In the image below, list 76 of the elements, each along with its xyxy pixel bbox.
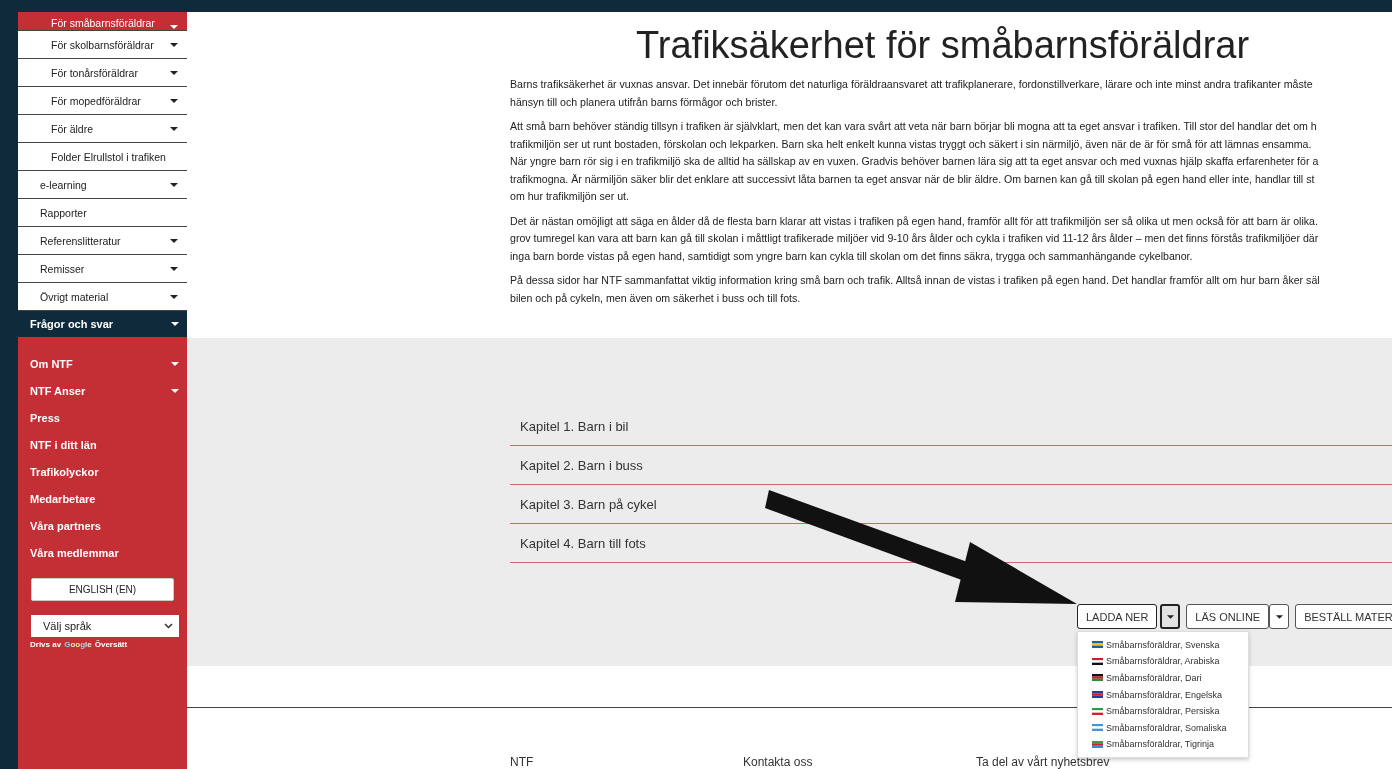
paragraph-line: om hur trafikmiljön ser ut. bbox=[510, 189, 630, 204]
paragraph-line: inga barn borde vistas på egen hand, samtidigt som yngre barn kan cykla till skolan om det finns säkra, trygga och sammanhängande cykelbanor. bbox=[510, 248, 1194, 264]
sidebar-item[interactable]: e-learning bbox=[18, 171, 187, 199]
caret-icon bbox=[170, 25, 178, 29]
caret-icon bbox=[1166, 614, 1174, 619]
menu-item[interactable]: Småbarnsföräldrar, Svenska bbox=[1078, 636, 1248, 654]
footer-heading: NTF bbox=[510, 755, 535, 769]
flag-icon bbox=[1092, 740, 1103, 748]
paragraph-line: Barns trafiksäkerhet är vuxnas ansvar. Det innebär förutom det naturliga föräldraansvaret att trafikplanerare, fordonstillverkare, lärare och inte minst andra trafikanter måste bbox=[510, 77, 1314, 92]
nav-link[interactable]: Om NTF bbox=[30, 355, 179, 372]
nav-link[interactable]: Trafikolyckor bbox=[30, 463, 179, 480]
action-button[interactable]: BESTÄLL MATER bbox=[1295, 604, 1392, 630]
paragraph-line: trafikmiljön ser ut runt bostaden, förskolan och lekparken. Barn ska helt enkelt kunna vistas tryggt och säkert i sin närmiljö, även när de är för små för att lämnas ensamma. bbox=[510, 136, 1313, 152]
paragraph-line: bilen och på cykeln, men även om säkerhet i buss och till fots. bbox=[510, 290, 802, 306]
language-select[interactable]: Välj språk bbox=[31, 615, 179, 637]
paragraph-line: grov tumregel kan vara att barn kan gå till skolan i måttligt trafikerade miljöer vid 9-10 års ålder och cykla i trafiken vid 11-12 års ålder – men det finns förstås trafikmiljöer där bbox=[510, 231, 1320, 246]
english-button[interactable]: ENGLISH (EN) bbox=[31, 578, 174, 601]
caret-icon bbox=[170, 266, 178, 271]
footer-heading: Ta del av vårt nyhetsbrev bbox=[976, 755, 1111, 769]
nav-link[interactable]: NTF i ditt län bbox=[30, 436, 179, 453]
caret-icon bbox=[170, 294, 178, 299]
caret-icon bbox=[170, 182, 178, 187]
translate-link[interactable]: Översätt bbox=[94, 640, 128, 649]
caret-icon bbox=[170, 238, 178, 243]
action-button[interactable]: LÄS ONLINE bbox=[1186, 604, 1270, 630]
dropdown-toggle[interactable] bbox=[1160, 604, 1181, 630]
powered-by-text: Drivs av bbox=[30, 640, 62, 649]
action-button[interactable]: LADDA NER bbox=[1077, 604, 1158, 630]
footer-heading: Kontakta oss bbox=[743, 755, 814, 769]
paragraph-line: Det är nästan omöjligt att säga en ålder då de flesta barn klarar att vistas i trafiken på egen hand, framför allt för att trafikmiljön ser så olika ut men också för att barn är olika. bbox=[510, 213, 1319, 229]
nav-link[interactable]: Medarbetare bbox=[30, 490, 179, 507]
chevron-icon bbox=[164, 623, 173, 629]
sidebar-subitem[interactable]: För skolbarnsföräldrar bbox=[18, 31, 187, 59]
paragraph-line: Att små barn behöver ständig tillsyn i trafiken är självklart, men det kan vara svårt att veta när barn börjar bli mogna att ta eget ansvar i trafiken. Till stor del handlar det om h bbox=[510, 119, 1318, 134]
menu-item[interactable]: Småbarnsföräldrar, Tigrinja bbox=[1078, 736, 1248, 753]
paragraph-line: trafikmogna. Är närmiljön säker blir det enklare att successivt låta barnen ta eget ansvar när de blir äldre. Om barnen kan gå till skolan på egen hand eller inte, handlar till st bbox=[510, 171, 1316, 187]
caret-icon bbox=[171, 388, 179, 393]
menu-item[interactable]: Småbarnsföräldrar, Dari bbox=[1078, 669, 1248, 687]
sidebar-subitem[interactable]: För mopedföräldrar bbox=[18, 87, 187, 115]
flag-icon bbox=[1092, 724, 1103, 732]
paragraph-line: hänsyn till och planera utifrån barns förmågor och brister. bbox=[510, 94, 779, 110]
sidebar-item[interactable]: Remisser bbox=[18, 255, 187, 283]
menu-item[interactable]: Småbarnsföräldrar, Arabiska bbox=[1078, 653, 1248, 670]
google-logo: Google bbox=[64, 640, 92, 649]
caret-icon bbox=[170, 42, 178, 47]
sidebar-section[interactable]: Frågor och svar bbox=[18, 311, 187, 337]
sidebar-item[interactable]: Referenslitteratur bbox=[18, 227, 187, 255]
caret-icon bbox=[170, 98, 178, 103]
chapter-row[interactable]: Kapitel 1. Barn i bil bbox=[510, 407, 1392, 447]
sidebar-subitem[interactable]: För småbarnsföräldrar bbox=[18, 12, 187, 31]
nav-link[interactable]: NTF Anser bbox=[30, 382, 179, 399]
page-title: Trafiksäkerhet för småbarnsföräldrar bbox=[636, 23, 1251, 68]
caret-icon bbox=[171, 361, 179, 366]
paragraph-line: När yngre barn rör sig i en trafikmiljö ska de alltid ha sällskap av en vuxen. Gradvis behöver barnen lära sig att ta eget ansvar och med vuxnas hjälp skaffa erfarenheter för a bbox=[510, 154, 1320, 169]
caret-icon bbox=[170, 126, 178, 131]
sidebar-item[interactable]: Rapporter bbox=[18, 199, 187, 227]
caret-icon bbox=[171, 322, 179, 326]
flag-icon bbox=[1092, 641, 1103, 649]
nav-link[interactable]: Press bbox=[30, 409, 179, 426]
caret-icon bbox=[1275, 614, 1283, 619]
menu-item[interactable]: Småbarnsföräldrar, Somaliska bbox=[1078, 719, 1248, 736]
flag-icon bbox=[1092, 657, 1103, 665]
paragraph-line: På dessa sidor har NTF sammanfattat viktig information kring små barn och trafik. Alltså innan de vistas i trafiken på egen hand. Det handlar framför allt om hur barn åker säl bbox=[510, 273, 1321, 288]
flag-icon bbox=[1092, 707, 1103, 715]
flag-icon bbox=[1092, 674, 1103, 682]
menu-item[interactable]: Småbarnsföräldrar, Engelska bbox=[1078, 686, 1248, 703]
nav-link[interactable]: Våra partners bbox=[30, 517, 179, 534]
chapter-row[interactable]: Kapitel 2. Barn i buss bbox=[510, 446, 1392, 486]
nav-link[interactable]: Våra medlemmar bbox=[30, 544, 179, 561]
caret-icon bbox=[170, 70, 178, 75]
dropdown-toggle[interactable] bbox=[1269, 604, 1290, 630]
sidebar-subitem[interactable]: För äldre bbox=[18, 115, 187, 143]
menu-item[interactable]: Småbarnsföräldrar, Persiska bbox=[1078, 702, 1248, 720]
sidebar-subitem[interactable]: För tonårsföräldrar bbox=[18, 59, 187, 87]
sidebar-subitem[interactable]: Folder Elrullstol i trafiken bbox=[18, 143, 187, 171]
flag-icon bbox=[1092, 691, 1103, 698]
